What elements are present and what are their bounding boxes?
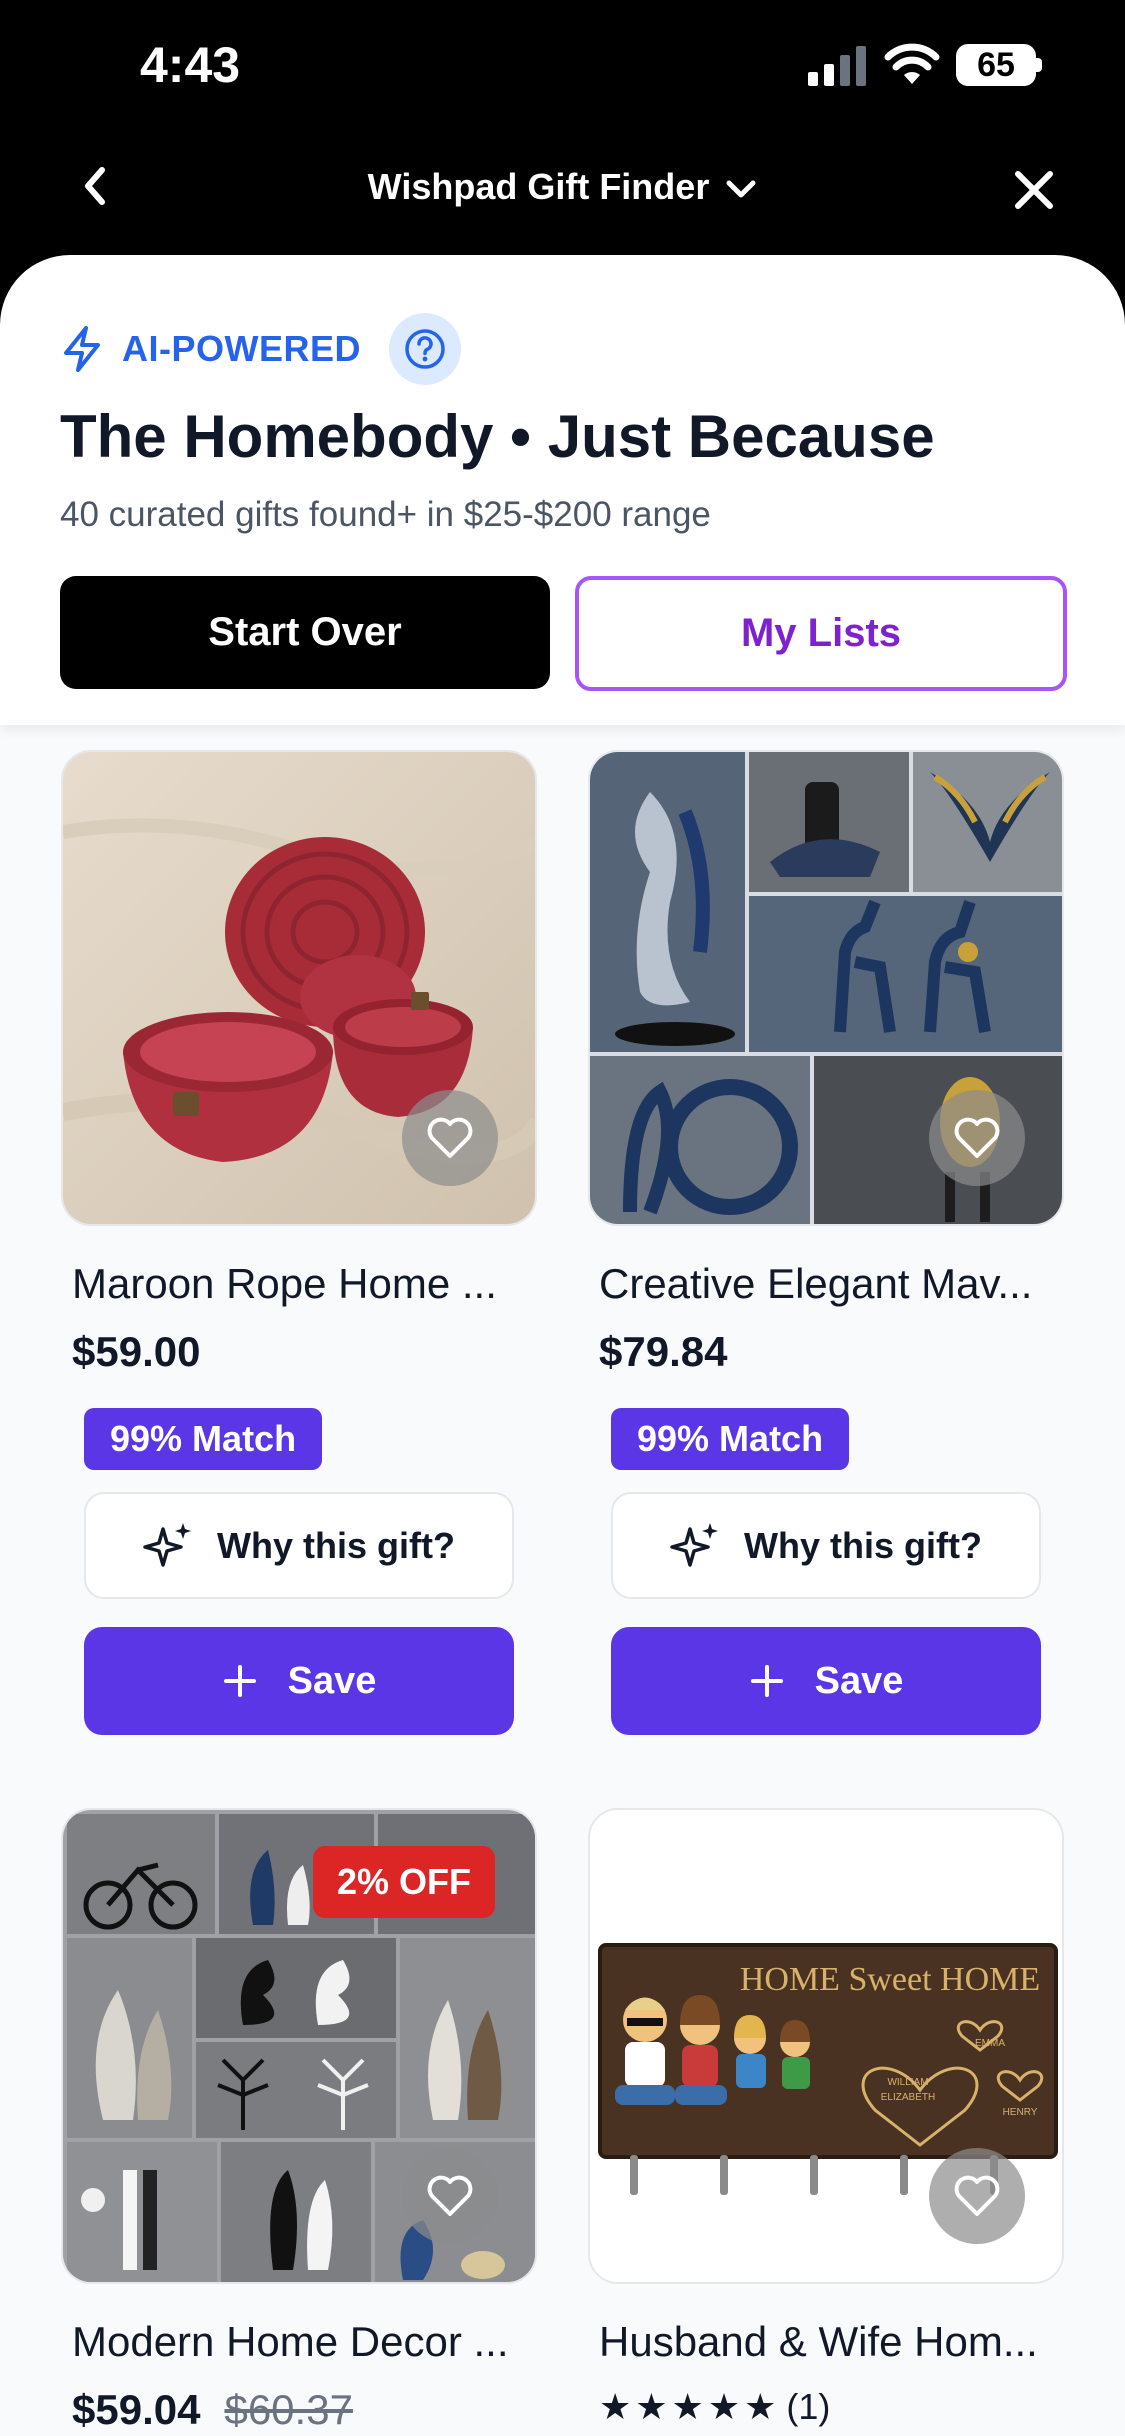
product-price: $59.00 [72,1328,201,1375]
why-this-gift-button[interactable]: Why this gift? [611,1492,1041,1599]
plaque-name: WILLIAM [887,2077,928,2088]
close-icon[interactable] [1008,164,1060,216]
product-name[interactable]: Creative Elegant Mav... [599,1260,1032,1308]
save-button[interactable]: Save [84,1627,514,1735]
product-grid: Maroon Rope Home ... $59.00 99% Match Wh… [0,725,1125,2436]
save-label: Save [814,1659,904,1702]
sparkles-icon [143,1522,192,1567]
favorite-button[interactable] [929,2148,1025,2244]
plaque-title: HOME Sweet HOME [740,1961,1040,1998]
why-this-gift-label: Why this gift? [744,1524,982,1566]
page-title: The Homebody • Just Because [60,403,935,470]
current-price: $59.04 [72,2386,201,2433]
discount-badge: 2% OFF [313,1846,496,1918]
favorite-button[interactable] [929,1090,1025,1186]
battery-level: 65 [956,44,1036,86]
nav-bar: Wishpad Gift Finder [0,130,1125,250]
rating: ★★★★★ (1) [599,2386,830,2428]
heart-icon [427,2175,473,2216]
nav-title-text: Wishpad Gift Finder [367,166,710,207]
match-badge: 99% Match [84,1408,323,1470]
star-icons: ★★★★★ [599,2386,781,2427]
heart-icon [427,1117,473,1158]
status-time: 4:43 [140,37,241,93]
favorite-button[interactable] [402,1090,498,1186]
results-header: AI-POWERED The Homebody • Just Because 4… [0,255,1125,725]
nav-title-dropdown[interactable]: Wishpad Gift Finder [0,166,1125,208]
lightning-bolt-icon [64,326,100,372]
sparkles-icon [670,1522,719,1567]
status-bar: 4:43 65 [0,0,1125,130]
plaque-name: HENRY [1003,2107,1038,2118]
favorite-button[interactable] [402,2148,498,2244]
ai-powered-row: AI-POWERED [60,313,461,385]
cellular-signal-icon [808,46,866,86]
product-price: $79.84 [599,1328,728,1375]
start-over-button[interactable]: Start Over [60,576,550,689]
plaque-name: EMMA [975,2038,1005,2049]
plus-icon [750,1665,783,1697]
wifi-icon [884,43,940,84]
chevron-down-icon [726,180,756,198]
my-lists-button[interactable]: My Lists [575,576,1067,691]
heart-icon [954,1117,1000,1158]
original-price: $60.37 [224,2386,353,2433]
ai-powered-label: AI-POWERED [122,328,361,369]
product-name[interactable]: Modern Home Decor ... [72,2318,509,2366]
save-button[interactable]: Save [611,1627,1041,1735]
product-name[interactable]: Husband & Wife Hom... [599,2318,1038,2366]
why-this-gift-button[interactable]: Why this gift? [84,1492,514,1599]
battery-icon: 65 [956,44,1042,86]
heart-icon [954,2175,1000,2216]
help-button[interactable] [389,313,461,385]
product-name[interactable]: Maroon Rope Home ... [72,1260,497,1308]
match-badge: 99% Match [611,1408,850,1470]
question-mark-icon [405,329,445,369]
results-summary: 40 curated gifts found+ in $25-$200 rang… [60,495,711,534]
product-price: $59.04 $60.37 [72,2386,353,2434]
plaque-name: ELIZABETH [881,2092,935,2103]
save-label: Save [287,1659,377,1702]
rating-count: (1) [786,2386,831,2427]
plus-icon [223,1665,256,1697]
why-this-gift-label: Why this gift? [217,1524,455,1566]
